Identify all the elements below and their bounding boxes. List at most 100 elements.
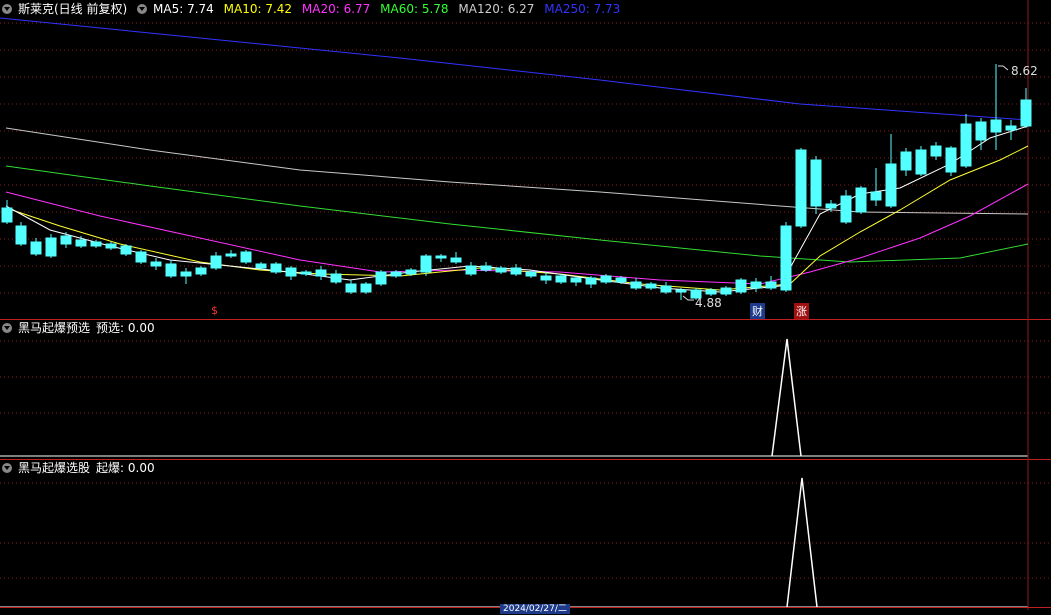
- candle-body: [990, 119, 1002, 133]
- candle-body: [165, 263, 177, 277]
- indicator-name: 黑马起爆选股: [18, 461, 91, 475]
- candle-body: [825, 203, 837, 209]
- candle-body: [255, 263, 267, 269]
- price-chart-header: 斯莱克(日线 前复权) MA5: 7.74 MA10: 7.42 MA20: 6…: [2, 1, 626, 17]
- candle-body: [300, 271, 312, 275]
- candle-body: [420, 255, 432, 273]
- candle-body: [30, 241, 42, 255]
- candle-body: [525, 271, 537, 277]
- candle-body: [390, 271, 402, 277]
- candle-body: [210, 255, 222, 269]
- candle-body: [660, 285, 672, 293]
- high-pointer: [998, 65, 1009, 71]
- candle-body: [75, 239, 87, 247]
- indicator-value: 起爆: 0.00: [96, 461, 155, 475]
- candle-body: [855, 187, 867, 213]
- candle-body: [45, 237, 57, 257]
- candle-body: [840, 195, 852, 223]
- candle-body: [645, 283, 657, 289]
- settings-icon[interactable]: [137, 4, 148, 14]
- collapse-icon[interactable]: [2, 323, 12, 333]
- ma60-line: [5, 165, 1029, 263]
- candle-body: [375, 271, 387, 285]
- candle-body: [510, 267, 522, 275]
- indicator-name: 黑马起爆预选: [18, 321, 91, 335]
- candle-body: [585, 277, 597, 285]
- candle-body: [105, 243, 117, 249]
- preselect-spike: [771, 338, 802, 457]
- candle-body: [945, 147, 957, 173]
- finance-marker[interactable]: 财: [750, 303, 765, 319]
- stock-name: 斯莱克(日线 前复权): [18, 2, 128, 16]
- indicator-header: 黑马起爆预选 预选: 0.00: [2, 320, 161, 336]
- candle-body: [960, 123, 972, 167]
- candle-body: [240, 251, 252, 263]
- indicator-panel-preselect[interactable]: 黑马起爆预选 预选: 0.00: [0, 319, 1051, 459]
- candle-body: [765, 281, 777, 289]
- candle-body: [450, 257, 462, 263]
- candle-body: [915, 149, 927, 175]
- date-axis[interactable]: 2024/02/27/二: [0, 604, 1051, 615]
- candle-body: [90, 241, 102, 247]
- high-price-label: 8.62: [1011, 64, 1038, 78]
- candle-body: [405, 269, 417, 275]
- price-chart[interactable]: [0, 0, 1051, 319]
- indicator-header: 黑马起爆选股 起爆: 0.00: [2, 460, 161, 476]
- ma120-line: [5, 127, 1029, 215]
- candle-body: [735, 279, 747, 293]
- limit-up-marker[interactable]: 涨: [794, 303, 809, 319]
- candle-body: [330, 273, 342, 283]
- collapse-icon[interactable]: [2, 4, 12, 14]
- ma20-label: MA20: 6.77: [301, 2, 371, 16]
- candle-body: [780, 225, 792, 291]
- candle-body: [1005, 125, 1017, 131]
- candle-body: [570, 277, 582, 283]
- low-price-label: 4.88: [695, 296, 722, 310]
- candle-body: [540, 275, 552, 281]
- candle-body: [870, 191, 882, 201]
- candle-body: [285, 267, 297, 277]
- candle-body: [360, 283, 372, 293]
- candle-body: [1, 207, 13, 223]
- candle-body: [150, 261, 162, 267]
- ma5-label: MA5: 7.74: [153, 2, 214, 16]
- candle-body: [195, 267, 207, 275]
- candle-body: [885, 163, 897, 207]
- candle-body: [615, 277, 627, 283]
- signal-marker-s: $: [211, 304, 218, 317]
- candle-body: [315, 269, 327, 277]
- candle-body: [270, 263, 282, 273]
- crosshair-date: 2024/02/27/二: [500, 604, 570, 614]
- ma250-label: MA250: 7.73: [544, 2, 621, 16]
- candle-body: [345, 283, 357, 293]
- breakout-chart[interactable]: [0, 459, 1051, 610]
- candle-body: [180, 271, 192, 277]
- candle-body: [675, 289, 687, 293]
- indicator-value: 预选: 0.00: [96, 321, 155, 335]
- ma250-line: [0, 17, 1029, 121]
- preselect-chart[interactable]: [0, 319, 1051, 459]
- candle-body: [975, 121, 987, 141]
- collapse-icon[interactable]: [2, 463, 12, 473]
- candle-body: [810, 159, 822, 207]
- candle-body: [930, 145, 942, 157]
- candle-body: [600, 275, 612, 283]
- candle-body: [435, 255, 447, 259]
- ma60-label: MA60: 5.78: [380, 2, 449, 16]
- price-chart-panel[interactable]: 斯莱克(日线 前复权) MA5: 7.74 MA10: 7.42 MA20: 6…: [0, 0, 1051, 319]
- candle-body: [1020, 99, 1032, 127]
- candle-body: [750, 281, 762, 289]
- candle-body: [630, 281, 642, 289]
- candle-body: [225, 253, 237, 257]
- candle-body: [495, 267, 507, 273]
- candle-body: [135, 251, 147, 263]
- candle-body: [15, 225, 27, 245]
- ma120-label: MA120: 6.27: [458, 2, 535, 16]
- candle-body: [900, 151, 912, 171]
- indicator-panel-breakout[interactable]: 黑马起爆选股 起爆: 0.00: [0, 459, 1051, 610]
- candle-body: [555, 275, 567, 283]
- candle-body: [480, 265, 492, 271]
- ma10-label: MA10: 7.42: [223, 2, 293, 16]
- candle-body: [60, 235, 72, 245]
- candle-body: [705, 289, 717, 295]
